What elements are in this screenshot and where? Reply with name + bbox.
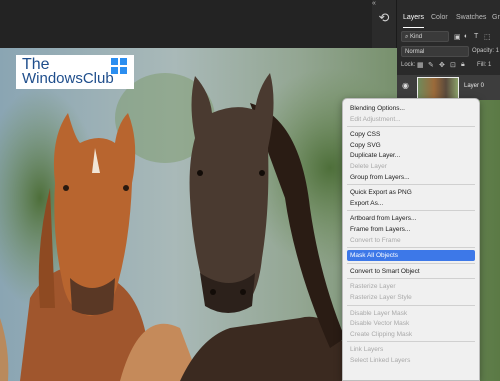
menu-separator (347, 304, 475, 306)
tab-swatches[interactable]: Swatches (456, 10, 486, 26)
lock-artboard-icon[interactable]: ⊡ (450, 61, 456, 69)
lock-transparency-icon[interactable]: ▦ (417, 61, 424, 69)
menu-separator (347, 184, 475, 186)
menu-item-select-linked-layers: Select Linked Layers (350, 357, 411, 364)
type-filter-icon[interactable]: T (474, 33, 478, 40)
menu-item-quick-export-as-png[interactable]: Quick Export as PNG (347, 187, 475, 198)
lock-label: Lock: (401, 62, 416, 68)
adjustment-filter-icon[interactable]: ◐ (464, 33, 468, 40)
windows-logo-icon (111, 58, 127, 74)
tab-layers[interactable]: Layers (403, 10, 425, 28)
kind-filter-select[interactable]: ⌕ Kind (401, 31, 449, 42)
menu-item-rasterize-layer: Rasterize Layer (350, 283, 396, 291)
shape-filter-icon[interactable]: ⬚ (484, 33, 491, 41)
menu-item-artboard-from-layers[interactable]: Artboard from Layers... (347, 213, 475, 224)
kind-filter-value: Kind (410, 34, 423, 40)
menu-item-disable-vector-mask: Disable Vector Mask (350, 320, 410, 328)
menu-item-rasterize-layer-style: Rasterize Layer Style (350, 294, 412, 301)
menu-item-convert-to-smart-object[interactable]: Convert to Smart Object (347, 266, 475, 277)
blend-row: Normal Opacity: 1 (397, 46, 500, 60)
menu-item-mask-all-objects[interactable]: Mask All Objects (347, 250, 475, 262)
menu-item-edit-adjustment: Edit Adjustment... (350, 115, 401, 123)
menu-item-duplicate-layer[interactable]: Duplicate Layer... (347, 150, 475, 161)
collapse-arrows-icon[interactable]: « (372, 0, 376, 7)
menu-item-delete-layer: Delete Layer (350, 163, 387, 170)
history-icon[interactable]: ⟲ (376, 10, 392, 26)
blend-mode-select[interactable]: Normal (401, 46, 469, 57)
menu-item-group-from-layers[interactable]: Group from Layers... (347, 172, 475, 183)
blend-mode-value: Normal (405, 49, 425, 55)
image-filter-icon[interactable]: ▣ (454, 33, 461, 41)
panel-dock-strip: ⟲ (372, 0, 397, 48)
lock-move-icon[interactable]: ✥ (439, 61, 445, 69)
layer-row[interactable]: ◉ Layer 0 (397, 75, 500, 100)
menu-item-copy-css[interactable]: Copy CSS (347, 129, 475, 140)
menu-separator (347, 247, 475, 249)
layer-name: Layer 0 (464, 83, 485, 89)
menu-item-frame-from-layers[interactable]: Frame from Layers... (347, 224, 475, 235)
layers-panel: Layers Color Swatches Gr ⌕ Kind ▣ ◐ T ⬚ … (397, 0, 500, 100)
menu-separator (347, 262, 475, 264)
menu-item-export-as[interactable]: Export As... (347, 198, 475, 209)
lock-all-icon[interactable]: 🔒︎ (461, 61, 465, 69)
layer-context-menu: Blending Options... Edit Adjustment... Cop… (342, 98, 480, 381)
lock-row: Lock: ▦ ✎ ✥ ⊡ 🔒︎ Fill: 1 (397, 60, 500, 74)
fill-label[interactable]: Fill: 1 (477, 62, 491, 68)
tab-gradients[interactable]: Gr (492, 10, 500, 26)
watermark-line2: WindowsClub (22, 70, 114, 87)
menu-item-copy-svg[interactable]: Copy SVG (347, 140, 475, 151)
menu-item-disable-layer-mask: Disable Layer Mask (350, 309, 408, 317)
layer-thumbnail (417, 77, 459, 99)
menu-separator (347, 126, 475, 128)
menu-item-blending-options[interactable]: Blending Options... (347, 103, 475, 114)
filter-row: ⌕ Kind ▣ ◐ T ⬚ (397, 31, 500, 45)
menu-item-create-clipping-mask: Create Clipping Mask (350, 330, 413, 338)
menu-separator (347, 210, 475, 212)
tab-color[interactable]: Color (431, 10, 448, 26)
eye-visibility-icon[interactable]: ◉ (402, 82, 410, 90)
menu-item-convert-to-frame: Convert to Frame (350, 236, 401, 244)
opacity-label[interactable]: Opacity: 1 (472, 48, 499, 54)
menu-separator (347, 278, 475, 280)
watermark-logo: The WindowsClub (16, 55, 134, 89)
panel-tabs: Layers Color Swatches Gr (397, 10, 500, 28)
menu-item-link-layers: Link Layers (350, 346, 384, 354)
menu-separator (347, 341, 475, 343)
lock-paint-icon[interactable]: ✎ (428, 61, 434, 69)
